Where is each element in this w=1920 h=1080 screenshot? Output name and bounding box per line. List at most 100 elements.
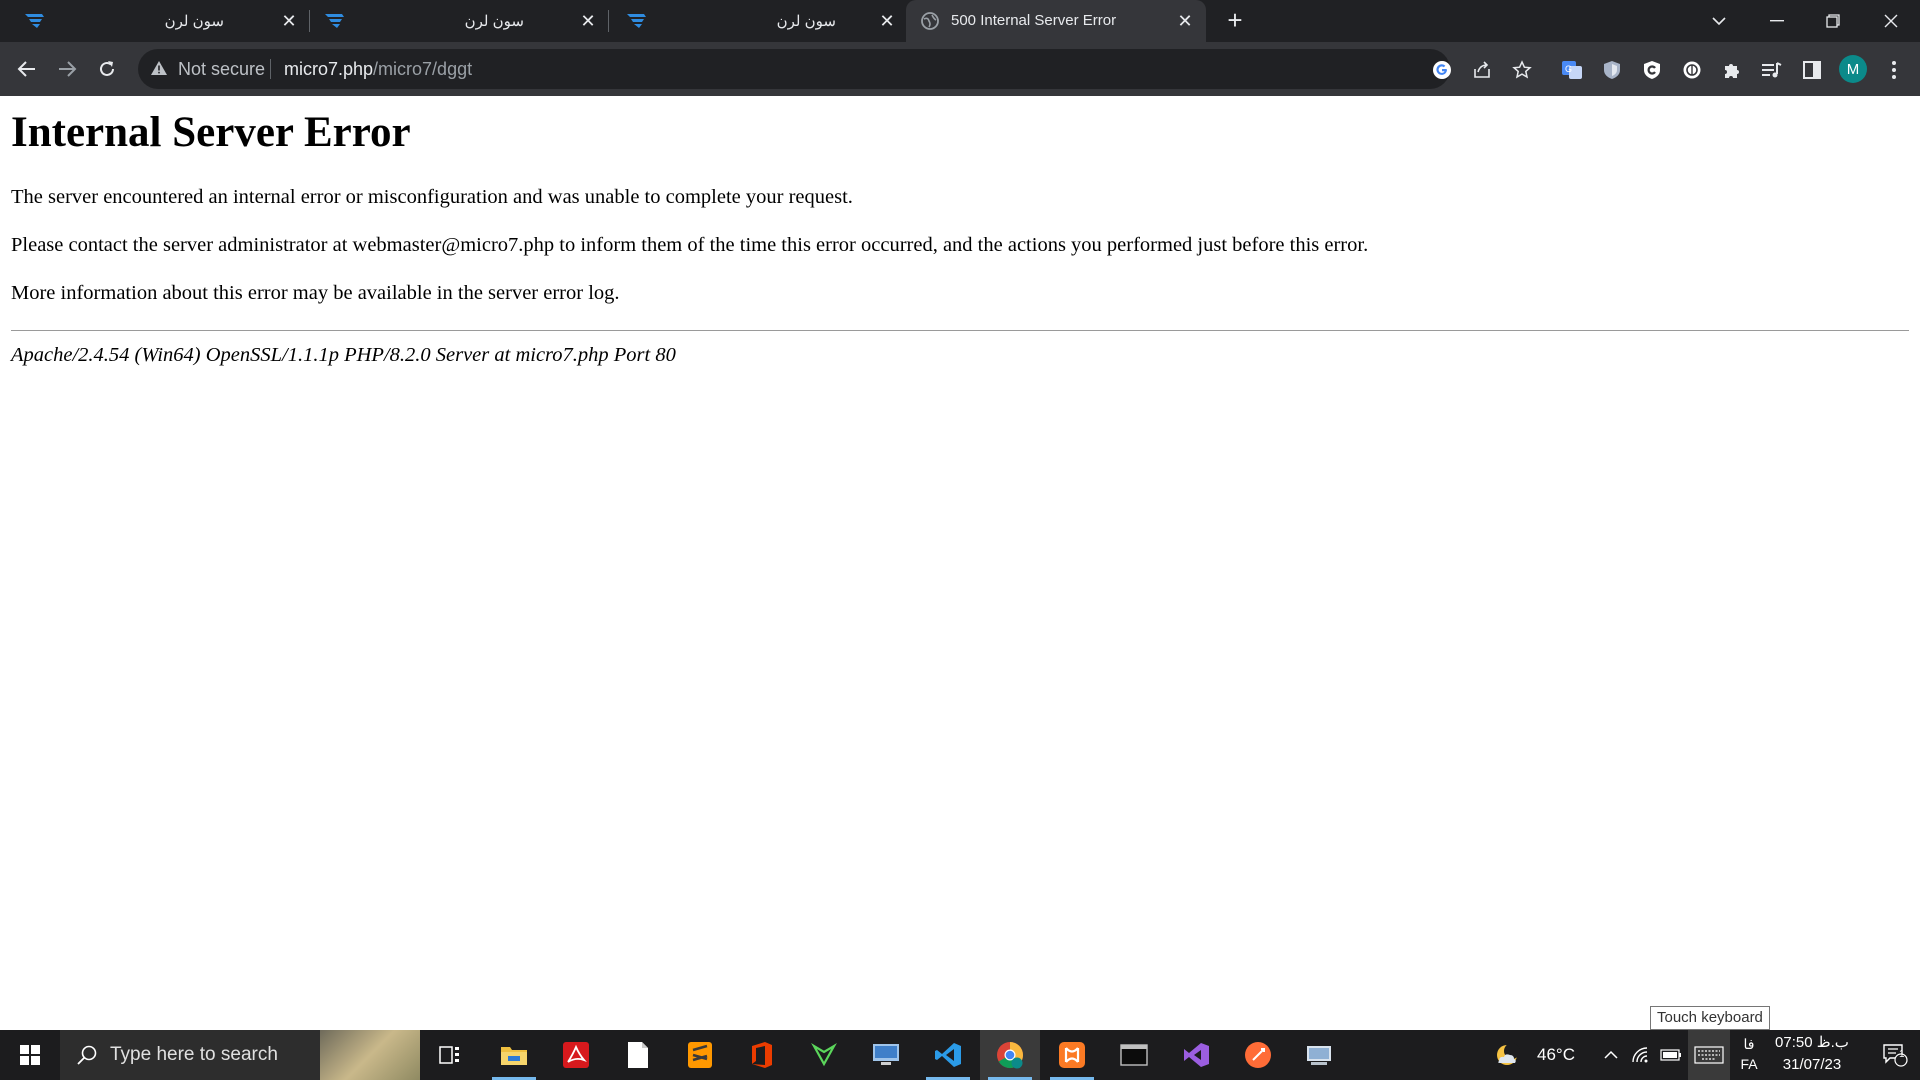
- system-clock[interactable]: 07:50 ب.ظ 31/07/23: [1762, 1032, 1862, 1078]
- tab-sevenlearn-1[interactable]: سون لرن ✕: [0, 0, 300, 42]
- google-lens-icon[interactable]: [1428, 56, 1456, 84]
- reload-button[interactable]: [92, 54, 122, 84]
- more-menu-icon[interactable]: [1880, 56, 1908, 84]
- language-persian: فا: [1743, 1036, 1755, 1052]
- minimize-button[interactable]: [1762, 6, 1792, 36]
- share-icon[interactable]: [1468, 56, 1496, 84]
- search-placeholder: Type here to search: [110, 1044, 278, 1065]
- media-control-icon[interactable]: [1758, 56, 1786, 84]
- svg-text:G: G: [1565, 64, 1572, 74]
- url-text[interactable]: micro7.php/micro7/dggt: [284, 59, 472, 80]
- vscode-icon: [935, 1043, 961, 1067]
- restore-button[interactable]: [1818, 6, 1848, 36]
- tab-search-chevron-icon[interactable]: [1704, 6, 1734, 36]
- taskbar-sublime-text[interactable]: [670, 1030, 730, 1080]
- url-path: /micro7/dggt: [373, 59, 473, 79]
- tab-title: سون لرن: [464, 13, 524, 30]
- taskbar-visual-studio[interactable]: [1166, 1030, 1226, 1080]
- taskbar-rdp-app[interactable]: [1290, 1030, 1350, 1080]
- extensions-puzzle-icon[interactable]: [1718, 56, 1746, 84]
- windows-taskbar: Type here to search 46°C فا FA 07:50 ب.ظ…: [0, 1030, 1920, 1080]
- back-button[interactable]: [12, 54, 42, 84]
- notification-center-button[interactable]: 1: [1870, 1030, 1920, 1080]
- chevron-up-icon[interactable]: [1598, 1030, 1624, 1080]
- taskbar-search-box[interactable]: Type here to search: [60, 1030, 420, 1080]
- taskbar-postman[interactable]: [1228, 1030, 1288, 1080]
- tab-sevenlearn-2[interactable]: سون لرن ✕: [300, 0, 600, 42]
- horizontal-rule: [11, 330, 1909, 331]
- tab-title: 500 Internal Server Error: [951, 12, 1117, 29]
- tab-title: سون لرن: [164, 13, 224, 30]
- server-signature: Apache/2.4.54 (Win64) OpenSSL/1.1.1p PHP…: [11, 344, 676, 366]
- ublock-shield-icon[interactable]: [1638, 56, 1666, 84]
- profile-avatar[interactable]: M: [1839, 55, 1867, 83]
- tab-strip: سون لرن ✕ سون لرن ✕ سون لرن ✕ 500 Intern…: [0, 0, 1920, 42]
- shield-extension-icon[interactable]: [1598, 56, 1626, 84]
- tab-close-icon[interactable]: ✕: [876, 10, 898, 32]
- translate-extension-icon[interactable]: G: [1558, 56, 1586, 84]
- document-icon: [628, 1042, 648, 1068]
- warning-icon[interactable]: [150, 60, 168, 76]
- notification-count: 1: [1899, 1049, 1905, 1060]
- sublime-text-icon: [688, 1042, 712, 1068]
- extension-circle-icon[interactable]: [1678, 56, 1706, 84]
- taskbar-xampp[interactable]: [1042, 1030, 1102, 1080]
- acrobat-icon: [563, 1042, 589, 1068]
- postman-icon: [1245, 1042, 1271, 1068]
- visual-studio-icon: [1184, 1043, 1209, 1067]
- new-tab-button[interactable]: +: [1222, 7, 1248, 34]
- not-secure-label[interactable]: Not secure: [178, 59, 265, 80]
- taskbar-file-explorer[interactable]: [484, 1030, 544, 1080]
- taskbar-acrobat[interactable]: [546, 1030, 606, 1080]
- arrow-left-icon: [17, 61, 35, 77]
- bookmark-star-icon[interactable]: [1508, 56, 1536, 84]
- address-bar[interactable]: Not secure micro7.php/micro7/dggt: [138, 49, 1450, 89]
- chrome-icon: [997, 1042, 1024, 1069]
- taskbar-chrome[interactable]: [980, 1030, 1040, 1080]
- close-window-button[interactable]: [1876, 6, 1906, 36]
- battery-icon[interactable]: [1658, 1030, 1684, 1080]
- vector-app-icon: [811, 1042, 837, 1067]
- taskbar-remote-desktop[interactable]: [856, 1030, 916, 1080]
- folder-icon: [501, 1047, 527, 1065]
- remote-computer-icon: [1307, 1046, 1331, 1065]
- sevenlearn-favicon-icon: [627, 14, 646, 28]
- forward-button[interactable]: [52, 54, 82, 84]
- search-icon: [77, 1045, 97, 1065]
- taskbar-green-app[interactable]: [794, 1030, 854, 1080]
- side-panel-icon[interactable]: [1798, 56, 1826, 84]
- taskbar-terminal[interactable]: [1104, 1030, 1164, 1080]
- input-language[interactable]: فا FA: [1736, 1034, 1762, 1074]
- tab-close-icon[interactable]: ✕: [577, 10, 599, 32]
- touch-keyboard-icon[interactable]: [1688, 1030, 1730, 1080]
- remote-desktop-icon: [873, 1044, 899, 1065]
- taskbar-vscode[interactable]: [918, 1030, 978, 1080]
- browser-toolbar: Not secure micro7.php/micro7/dggt G M: [0, 42, 1920, 96]
- clock-time: 07:50 ب.ظ: [1775, 1034, 1849, 1051]
- clock-date: 31/07/23: [1782, 1056, 1842, 1073]
- terminal-icon: [1120, 1044, 1148, 1066]
- taskbar-notepad-file[interactable]: [608, 1030, 668, 1080]
- search-highlight-image[interactable]: [320, 1030, 420, 1080]
- error-heading: Internal Server Error: [11, 109, 411, 156]
- touch-keyboard-tooltip: Touch keyboard: [1650, 1006, 1770, 1030]
- weather-temperature[interactable]: 46°C: [1530, 1030, 1582, 1080]
- xampp-icon: [1059, 1042, 1085, 1068]
- tab-server-error-active[interactable]: 500 Internal Server Error ✕: [906, 0, 1206, 42]
- error-paragraph-2: Please contact the server administrator …: [11, 234, 1369, 256]
- address-divider: [270, 59, 271, 79]
- start-button[interactable]: [0, 1030, 60, 1080]
- task-view-button[interactable]: [420, 1030, 480, 1080]
- weather-icon[interactable]: [1486, 1030, 1530, 1080]
- language-code: FA: [1740, 1056, 1758, 1072]
- taskbar-office[interactable]: [732, 1030, 792, 1080]
- page-content: Internal Server Error The server encount…: [0, 96, 1920, 1030]
- tab-sevenlearn-3[interactable]: سون لرن ✕: [600, 0, 900, 42]
- arrow-right-icon: [59, 61, 77, 77]
- reload-icon: [100, 61, 114, 76]
- globe-icon: [921, 12, 939, 30]
- error-paragraph-3: More information about this error may be…: [11, 282, 620, 304]
- wifi-icon[interactable]: [1628, 1030, 1654, 1080]
- tab-close-icon[interactable]: ✕: [278, 10, 300, 32]
- tab-close-icon[interactable]: ✕: [1174, 10, 1196, 32]
